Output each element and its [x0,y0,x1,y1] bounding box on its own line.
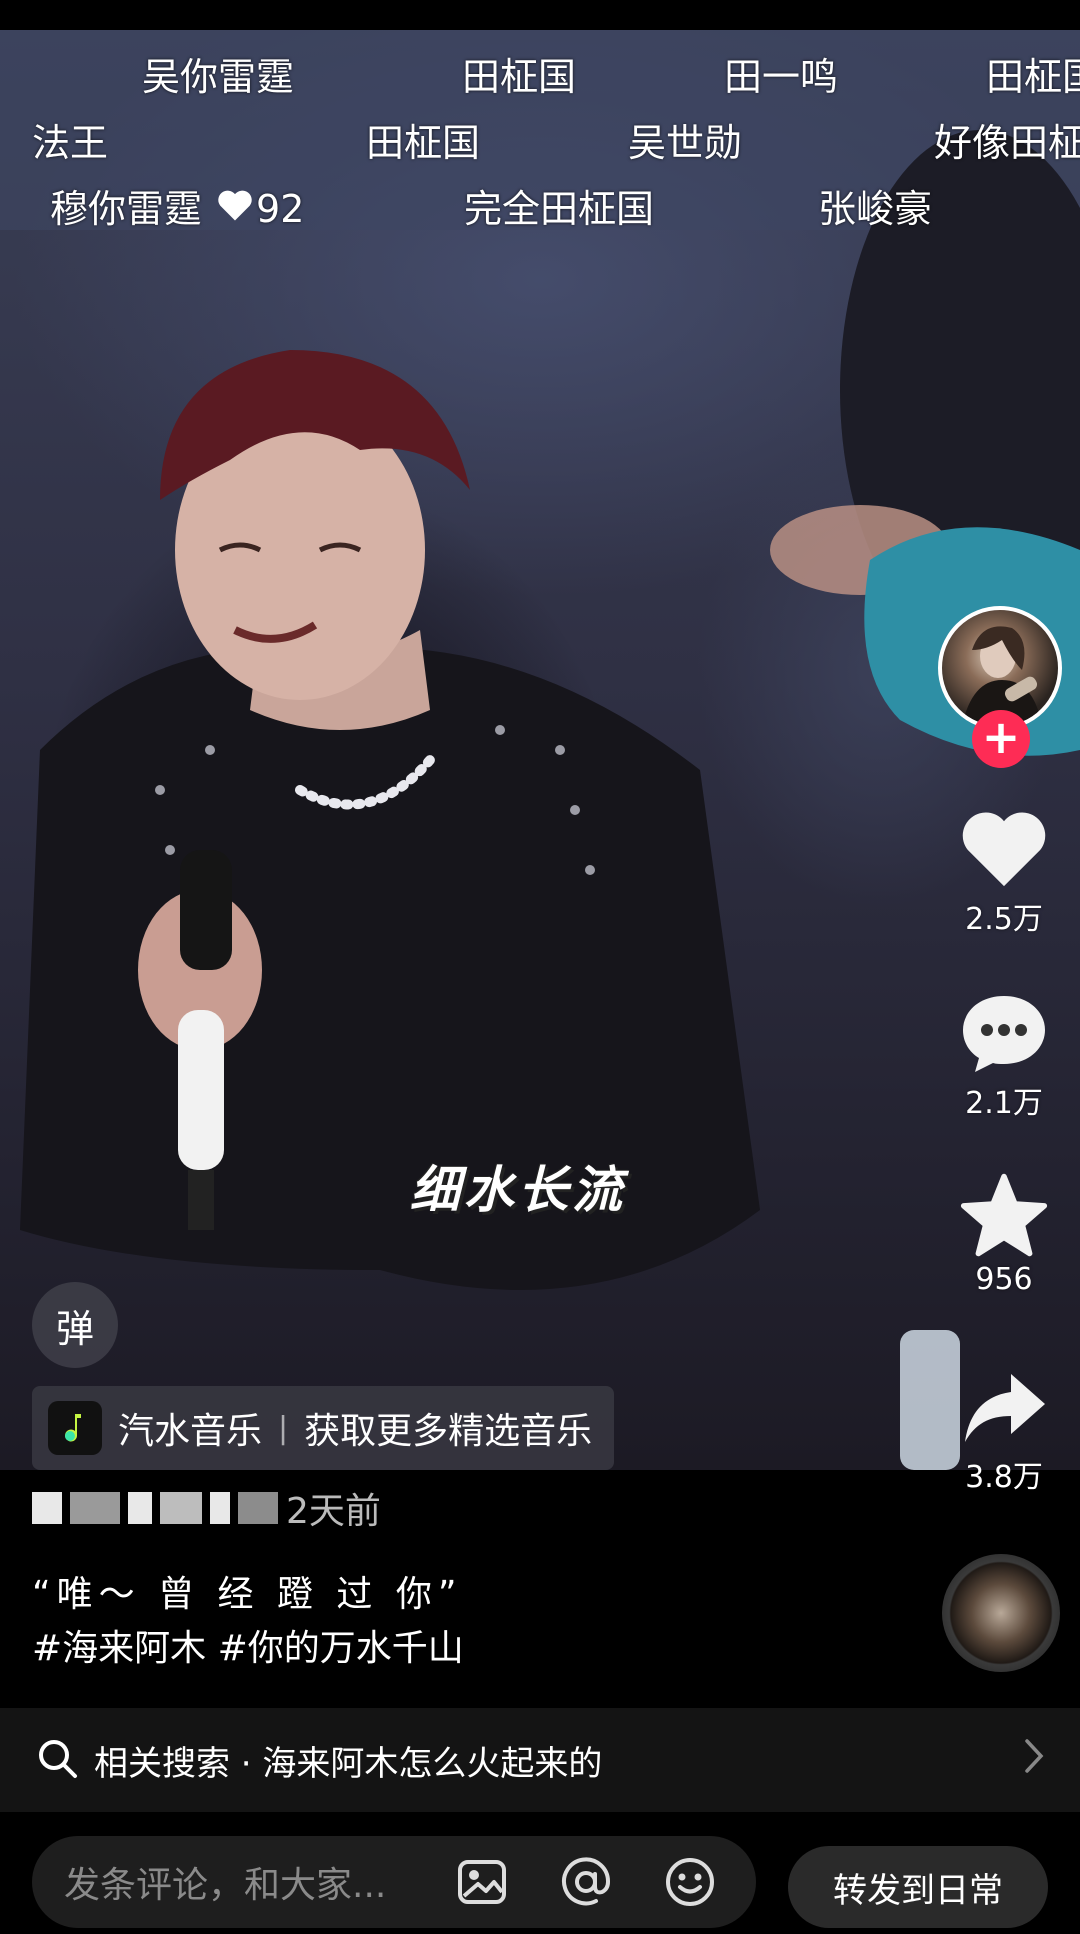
danmaku-comment: 吴你雷霆 [142,55,295,99]
danmaku-comment: 完全田柾国 [464,187,655,231]
video-player[interactable]: 吴你雷霆 田柾国 田一鸣 田柾国 法王 田柾国 吴世勋 好像田柾 穆你雷霆 92… [0,30,1080,1470]
like-button[interactable]: 2.5万 [944,806,1064,938]
mention-icon[interactable] [560,1856,612,1908]
redacted-author [32,1492,62,1524]
redacted-author [128,1492,152,1524]
share-to-daily-button[interactable]: 转发到日常 [788,1846,1048,1928]
heart-icon [944,806,1064,894]
post-meta: 2天前 [32,1482,381,1534]
music-bar-divider: | [278,1410,289,1446]
music-promo-text: 获取更多精选音乐 [304,1411,593,1452]
danmaku-toggle-label: 弹 [55,1306,94,1351]
music-app-name: 汽水音乐 [118,1411,263,1452]
danmaku-comment-liked: 穆你雷霆 92 [50,178,304,233]
danmaku-text: 穆你雷霆 [50,187,203,231]
star-icon [944,1172,1064,1262]
favorite-count: 956 [975,1262,1033,1297]
music-promo-bar[interactable]: 汽水音乐 | 获取更多精选音乐 [32,1386,615,1470]
video-subtitle: 细水长流 [410,1161,626,1219]
redacted-author [160,1492,202,1524]
share-count: 3.8万 [965,1460,1043,1495]
danmaku-comment: 张峻豪 [818,187,933,231]
heart-icon [216,187,254,231]
danmaku-comment: 法王 [32,121,109,165]
danmaku-comment: 吴世勋 [628,121,743,165]
danmaku-comment: 田柾国 [366,121,481,165]
caption-text: “唯～ 曾 经 蹬 过 你” [32,1574,463,1615]
comment-input[interactable]: 发条评论，和大家... [32,1836,756,1928]
chevron-right-icon [1024,1738,1044,1784]
share-arrow-icon [944,1368,1064,1452]
comment-placeholder: 发条评论，和大家... [64,1865,387,1906]
like-count: 2.5万 [965,902,1043,937]
caption-hashtags[interactable]: #海来阿木 #你的万水千山 [32,1622,464,1676]
redacted-author [70,1492,120,1524]
post-time: 2天前 [286,1491,381,1532]
search-icon [36,1737,78,1783]
comment-button[interactable]: 2.1万 [944,990,1064,1122]
follow-plus-button[interactable]: + [972,710,1030,768]
related-search-text: 相关搜索 · 海来阿木怎么火起来的 [94,1743,603,1784]
share-button[interactable]: 3.8万 [944,1368,1064,1496]
video-frame [0,30,1080,1470]
comment-count: 2.1万 [965,1086,1043,1121]
danmaku-comment: 田一鸣 [724,55,839,99]
avatar-photo [962,626,1042,726]
music-app-logo-icon [48,1401,102,1455]
image-icon[interactable] [456,1856,508,1908]
comment-bubble-icon [944,990,1064,1078]
bottom-comment-bar: 发条评论，和大家... 转发到日常 [0,1812,1080,1934]
danmaku-comment: 田柾国 [986,55,1080,99]
share-to-daily-label: 转发到日常 [833,1870,1003,1911]
related-search-bar[interactable]: 相关搜索 · 海来阿木怎么火起来的 [0,1708,1080,1812]
post-caption[interactable]: “唯～ 曾 经 蹬 过 你” #海来阿木 #你的万水千山 [32,1568,464,1676]
danmaku-like-count: 92 [256,187,305,231]
emoji-icon[interactable] [664,1856,716,1908]
favorite-button[interactable]: 956 [944,1172,1064,1297]
music-disc-icon[interactable] [942,1554,1060,1672]
danmaku-comment: 好像田柾 [934,121,1080,165]
redacted-author [210,1492,230,1524]
danmaku-comment: 田柾国 [462,55,577,99]
danmaku-toggle-button[interactable]: 弹 [32,1282,118,1368]
redacted-author [238,1492,278,1524]
